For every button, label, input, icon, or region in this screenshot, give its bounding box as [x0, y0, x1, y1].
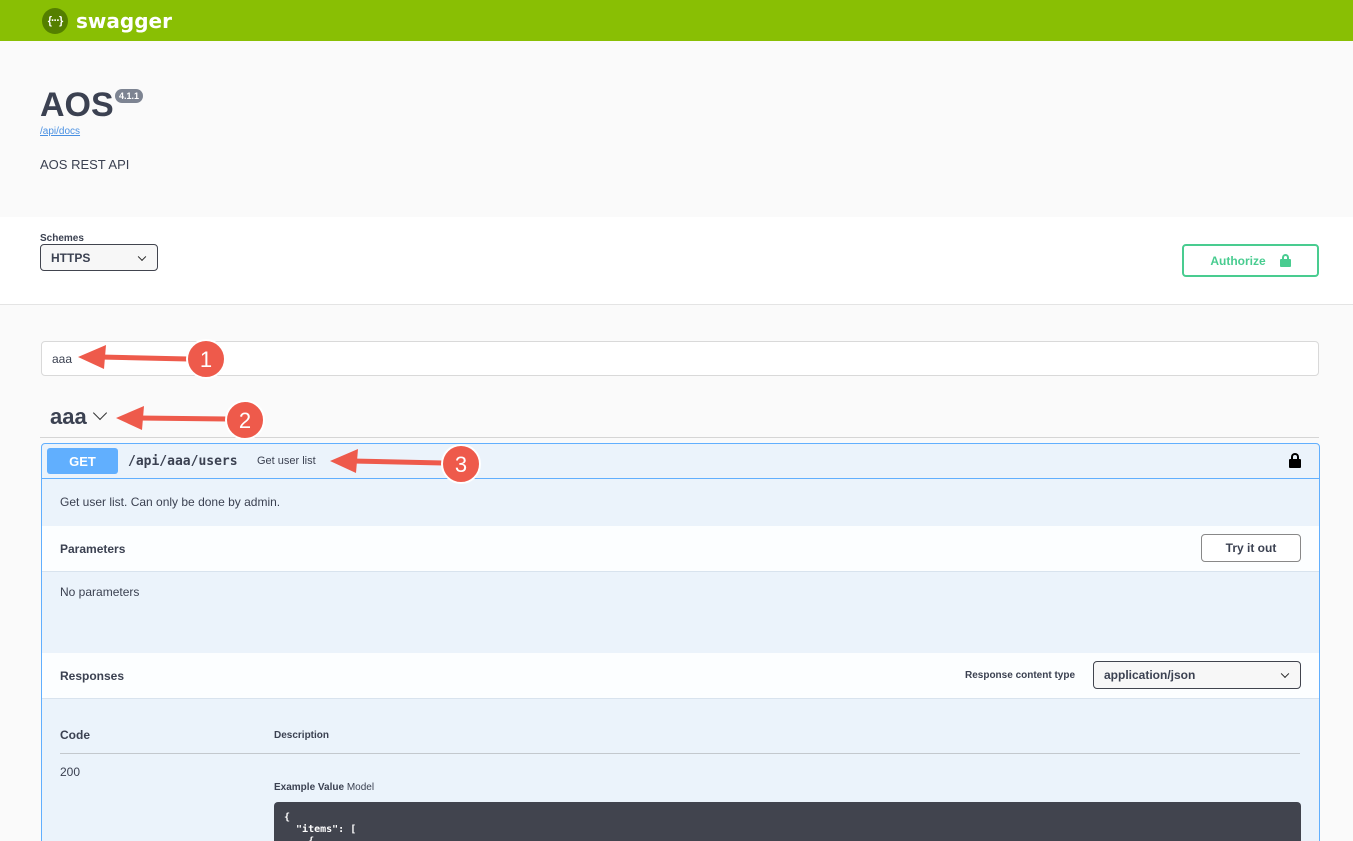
content-type-value: application/json: [1104, 668, 1196, 682]
docs-link[interactable]: /api/docs: [40, 126, 80, 137]
authorize-button[interactable]: Authorize: [1182, 244, 1319, 277]
tag-name: aaa: [50, 404, 87, 429]
operation-block: GET /api/aaa/users Get user list Get use…: [41, 443, 1320, 841]
example-tabs: Example Value Model: [274, 782, 374, 793]
swagger-logo-icon: {···}: [42, 8, 68, 34]
parameters-header: Parameters Try it out: [42, 526, 1319, 572]
response-code: 200: [60, 765, 81, 779]
brand-name: swagger: [76, 9, 172, 33]
operation-path: /api/aaa/users: [128, 454, 238, 469]
response-content-type-label: Response content type: [965, 670, 1076, 681]
top-bar: {···} swagger: [0, 0, 1353, 41]
swagger-logo[interactable]: {···} swagger: [42, 8, 172, 34]
code-column-header: Code: [60, 728, 90, 742]
authorize-label: Authorize: [1210, 253, 1266, 268]
example-code-block: { "items": [ {: [274, 802, 1301, 841]
try-it-out-button[interactable]: Try it out: [1201, 534, 1301, 562]
schemes-label: Schemes: [40, 233, 84, 244]
unlock-icon: [1279, 254, 1291, 267]
example-value-tab[interactable]: Example Value: [274, 782, 344, 793]
filter-input[interactable]: aaa: [41, 341, 1319, 376]
tag-section-header[interactable]: aaa: [40, 400, 1319, 438]
filter-value: aaa: [52, 351, 73, 366]
schemes-select[interactable]: HTTPS: [40, 244, 158, 271]
responses-header: Responses Response content type applicat…: [42, 653, 1319, 699]
responses-title: Responses: [60, 669, 125, 683]
api-description: AOS REST API: [40, 157, 130, 172]
api-title: AOS: [40, 86, 114, 124]
version-badge: 4.1.1: [115, 89, 144, 103]
operation-summary-text: Get user list: [257, 455, 316, 467]
schemes-container: Schemes HTTPS Authorize: [0, 217, 1353, 305]
api-info: AOS 4.1.1 /api/docs AOS REST API: [40, 86, 144, 172]
method-badge: GET: [47, 448, 118, 474]
parameters-title: Parameters: [60, 542, 126, 556]
chevron-down-icon: [137, 252, 147, 261]
chevron-down-icon[interactable]: [92, 405, 108, 421]
response-content-type-select[interactable]: application/json: [1093, 661, 1301, 689]
chevron-down-icon: [1280, 669, 1290, 679]
description-column-header: Description: [274, 730, 330, 741]
model-tab[interactable]: Model: [347, 782, 374, 793]
lock-icon[interactable]: [1289, 453, 1301, 468]
operation-description: Get user list. Can only be done by admin…: [60, 495, 281, 509]
schemes-selected-value: HTTPS: [51, 250, 91, 265]
operation-summary[interactable]: GET /api/aaa/users Get user list: [42, 444, 1319, 479]
divider: [60, 753, 1300, 754]
no-parameters-text: No parameters: [60, 585, 140, 599]
